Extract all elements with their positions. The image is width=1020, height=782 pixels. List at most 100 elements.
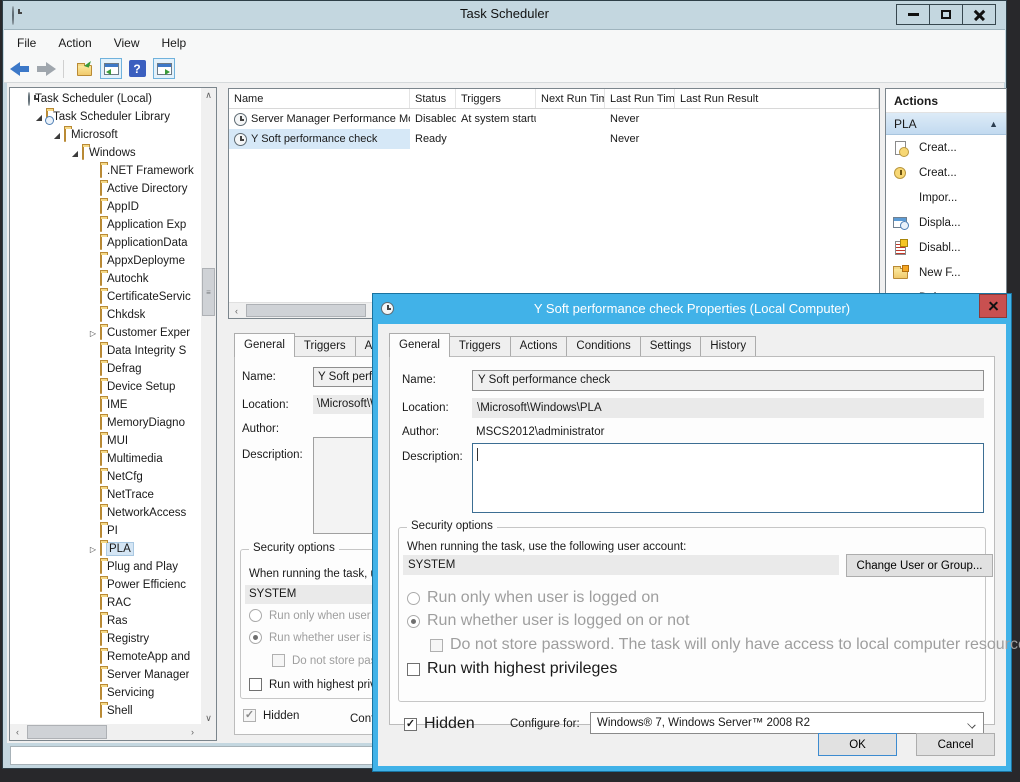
tree-item[interactable]: Registry	[10, 630, 201, 648]
dialog-title-bar[interactable]: Y Soft performance check Properties (Loc…	[373, 294, 1011, 324]
actions-item[interactable]: Displa...	[886, 210, 1006, 235]
no-password-option[interactable]: Do not store password. The task will onl…	[430, 636, 1020, 654]
scroll-up-icon[interactable]: ∧	[201, 88, 216, 103]
run-whether-option[interactable]: Run whether user is logged on or not	[407, 612, 689, 630]
tree-item[interactable]: IME	[10, 396, 201, 414]
expander-icon[interactable]	[86, 545, 100, 554]
tree-item[interactable]: AppID	[10, 198, 201, 216]
maximize-button[interactable]	[929, 4, 963, 25]
checkbox-checked-icon[interactable]	[404, 718, 417, 731]
ok-button[interactable]: OK	[818, 733, 897, 756]
column-header-name[interactable]: Name	[229, 89, 410, 108]
actions-item[interactable]: Creat...	[886, 135, 1006, 160]
menu-view[interactable]: View	[105, 32, 149, 54]
run-logged-on-option[interactable]: Run only when user is logged on	[407, 589, 659, 607]
tree-horizontal-scrollbar[interactable]: ‹ ›	[10, 724, 216, 740]
hidden-option[interactable]: Hidden	[404, 715, 475, 733]
configure-for-select[interactable]: Windows® 7, Windows Server™ 2008 R2	[590, 712, 984, 734]
help-button[interactable]: ?	[125, 57, 149, 81]
radio-checked-icon[interactable]	[249, 631, 262, 644]
show-action-pane-toggle[interactable]	[153, 58, 175, 79]
checkbox-checked-icon[interactable]	[243, 709, 256, 722]
actions-item[interactable]: Creat...	[886, 160, 1006, 185]
scroll-right-icon[interactable]: ›	[185, 724, 200, 739]
tree-item[interactable]: AppxDeployme	[10, 252, 201, 270]
collapse-icon[interactable]: ▲	[989, 119, 998, 129]
actions-item[interactable]: Disabl...	[886, 235, 1006, 260]
show-console-tree-toggle[interactable]	[100, 58, 122, 79]
tree-item[interactable]: Server Manager	[10, 666, 201, 684]
radio-unchecked-icon[interactable]	[249, 609, 262, 622]
tab-general[interactable]: General	[389, 333, 450, 357]
tree-item[interactable]: Task Scheduler (Local)	[10, 90, 201, 108]
expander-icon[interactable]	[86, 329, 100, 338]
tree-item[interactable]: RAC	[10, 594, 201, 612]
tree-item[interactable]: .NET Framework	[10, 162, 201, 180]
minimize-button[interactable]	[896, 4, 930, 25]
tree-item[interactable]: Shell	[10, 702, 201, 720]
tab-history[interactable]: History	[700, 336, 756, 357]
tree-item[interactable]: RemoteApp and	[10, 648, 201, 666]
tab-conditions[interactable]: Conditions	[566, 336, 640, 357]
tree-item[interactable]: Plug and Play	[10, 558, 201, 576]
tree-item[interactable]: Task Scheduler Library	[10, 108, 201, 126]
radio-checked-icon[interactable]	[407, 615, 420, 628]
export-button[interactable]	[72, 57, 96, 81]
title-bar[interactable]: Task Scheduler	[3, 1, 1006, 29]
menu-help[interactable]: Help	[153, 32, 196, 54]
tree-item[interactable]: NetCfg	[10, 468, 201, 486]
column-header-next-run-time[interactable]: Next Run Time	[536, 89, 605, 108]
dialog-close-button[interactable]	[979, 294, 1007, 318]
tree-item[interactable]: PI	[10, 522, 201, 540]
tree-vscroll-thumb[interactable]: ≡	[202, 268, 215, 316]
preview-tab-triggers[interactable]: Triggers	[294, 336, 356, 357]
tree-item[interactable]: NetworkAccess	[10, 504, 201, 522]
cancel-button[interactable]: Cancel	[916, 733, 995, 756]
tree-item[interactable]: Microsoft	[10, 126, 201, 144]
task-row[interactable]: Y Soft performance check Ready Never	[229, 129, 879, 149]
hidden-option[interactable]: Hidden	[243, 709, 299, 722]
expander-icon[interactable]	[50, 131, 64, 140]
scroll-left-icon[interactable]: ‹	[10, 724, 25, 739]
tree-item[interactable]: Windows	[10, 144, 201, 162]
back-button[interactable]	[7, 57, 31, 81]
tree-vertical-scrollbar[interactable]: ∧ ≡ ∨	[201, 88, 216, 726]
checkbox-unchecked-icon[interactable]	[430, 639, 443, 652]
tree-hscroll-thumb[interactable]	[27, 725, 107, 739]
scroll-left-icon[interactable]: ‹	[229, 303, 244, 318]
radio-unchecked-icon[interactable]	[407, 592, 420, 605]
highest-privileges-option[interactable]: Run with highest privileges	[407, 660, 617, 678]
tree-item[interactable]: Data Integrity S	[10, 342, 201, 360]
tree-item[interactable]: PLA	[10, 540, 201, 558]
tree-item[interactable]: Application Exp	[10, 216, 201, 234]
actions-item[interactable]: New F...	[886, 260, 1006, 285]
tree-item[interactable]: MemoryDiagno	[10, 414, 201, 432]
actions-item[interactable]: Impor...	[886, 185, 1006, 210]
tree-item[interactable]: Autochk	[10, 270, 201, 288]
tree-item[interactable]: CertificateServic	[10, 288, 201, 306]
forward-button[interactable]	[34, 57, 58, 81]
tree-item[interactable]: Multimedia	[10, 450, 201, 468]
column-header-last-run-result[interactable]: Last Run Result	[675, 89, 879, 108]
tab-actions[interactable]: Actions	[510, 336, 568, 357]
tree-item[interactable]: Chkdsk	[10, 306, 201, 324]
task-row[interactable]: Server Manager Performance Monitor Disab…	[229, 109, 879, 129]
tab-triggers[interactable]: Triggers	[449, 336, 511, 357]
list-hscroll-thumb[interactable]	[246, 304, 366, 317]
tree-item[interactable]: Customer Exper	[10, 324, 201, 342]
tree-item[interactable]: ApplicationData	[10, 234, 201, 252]
tree-item[interactable]: Active Directory	[10, 180, 201, 198]
column-header-last-run-time[interactable]: Last Run Time	[605, 89, 675, 108]
change-user-button[interactable]: Change User or Group...	[846, 554, 993, 577]
menu-file[interactable]: File	[8, 32, 45, 54]
tree-item[interactable]: Defrag	[10, 360, 201, 378]
expander-icon[interactable]	[68, 149, 82, 158]
tree-item[interactable]: Power Efficienc	[10, 576, 201, 594]
expander-icon[interactable]	[32, 113, 46, 122]
actions-group-header[interactable]: PLA ▲	[886, 113, 1006, 135]
tab-settings[interactable]: Settings	[640, 336, 702, 357]
column-header-triggers[interactable]: Triggers	[456, 89, 536, 108]
tree-item[interactable]: NetTrace	[10, 486, 201, 504]
tree-item[interactable]: MUI	[10, 432, 201, 450]
checkbox-unchecked-icon[interactable]	[249, 678, 262, 691]
